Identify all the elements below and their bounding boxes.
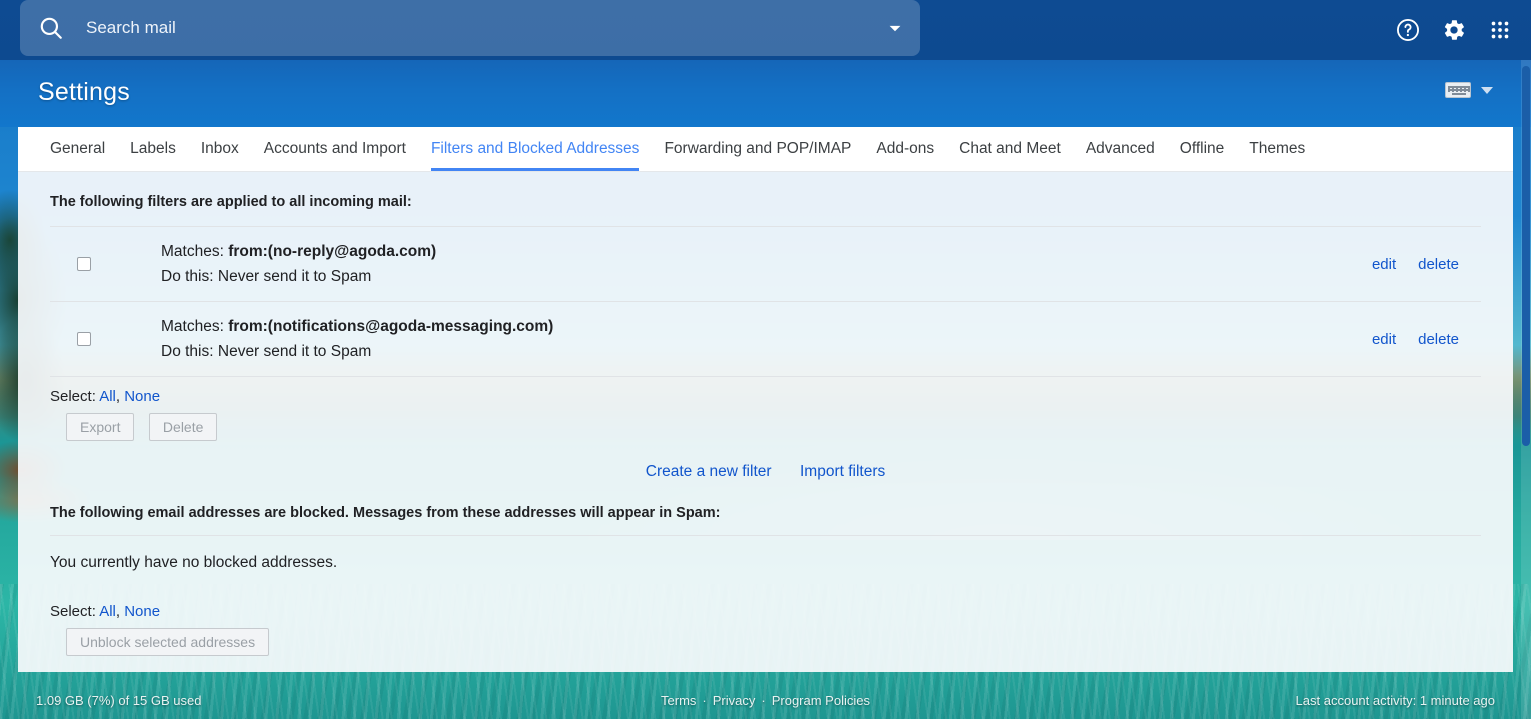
blocked-select-none-link[interactable]: None bbox=[124, 603, 160, 620]
keyboard-icon[interactable] bbox=[1445, 82, 1471, 98]
search-icon bbox=[38, 15, 64, 41]
filters-select-line: Select: All, None bbox=[50, 376, 1481, 405]
blocked-select-separator: , bbox=[115, 603, 121, 620]
tab-forwarding-and-pop-imap[interactable]: Forwarding and POP/IMAP bbox=[664, 140, 851, 172]
filter-row-actions: edit delete bbox=[1372, 256, 1481, 273]
footer-separator-1: · bbox=[702, 692, 707, 708]
filter-row-checkbox[interactable] bbox=[77, 257, 91, 271]
search-options-chevron-down-icon[interactable] bbox=[882, 15, 908, 41]
create-new-filter-link[interactable]: Create a new filter bbox=[646, 463, 772, 480]
tab-filters-and-blocked-addresses[interactable]: Filters and Blocked Addresses bbox=[430, 140, 640, 171]
tab-chat-and-meet[interactable]: Chat and Meet bbox=[959, 140, 1061, 172]
tab-add-ons[interactable]: Add-ons bbox=[876, 140, 934, 172]
filters-select-all-link[interactable]: All bbox=[99, 388, 116, 405]
top-bar bbox=[0, 0, 1531, 60]
filter-row: Matches: from:(notifications@agoda-messa… bbox=[50, 301, 1481, 376]
top-actions bbox=[1395, 0, 1523, 60]
filters-heading: The following filters are applied to all… bbox=[50, 194, 412, 210]
filter-action-label: Do this: bbox=[161, 268, 214, 285]
apps-grid-icon[interactable] bbox=[1487, 17, 1513, 43]
filters-list: Matches: from:(no-reply@agoda.com) Do thi… bbox=[50, 226, 1481, 376]
filter-edit-link[interactable]: edit bbox=[1372, 331, 1396, 348]
tab-inbox[interactable]: Inbox bbox=[201, 140, 239, 172]
filter-row: Matches: from:(no-reply@agoda.com) Do thi… bbox=[50, 226, 1481, 301]
unblock-selected-addresses-button[interactable]: Unblock selected addresses bbox=[66, 628, 270, 656]
program-policies-link[interactable]: Program Policies bbox=[772, 693, 870, 708]
storage-usage-text: 1.09 GB (7%) of 15 GB used bbox=[36, 692, 202, 708]
filter-delete-link[interactable]: delete bbox=[1418, 331, 1459, 348]
filters-select-label: Select: bbox=[50, 388, 96, 405]
settings-tabs: General Labels Inbox Accounts and Import Fil… bbox=[18, 127, 1513, 172]
settings-header: Settings bbox=[0, 60, 1531, 127]
footer-separator-2: · bbox=[761, 692, 766, 708]
filter-criteria: from:(notifications@agoda-messaging.com) bbox=[228, 318, 554, 335]
blocked-addresses-heading: The following email addresses are blocke… bbox=[50, 505, 721, 521]
import-filters-link[interactable]: Import filters bbox=[800, 463, 885, 480]
tab-offline[interactable]: Offline bbox=[1180, 140, 1225, 172]
search-bar[interactable] bbox=[20, 0, 920, 56]
blocked-empty-message: You currently have no blocked addresses. bbox=[50, 535, 1481, 592]
filter-row-checkbox[interactable] bbox=[77, 332, 91, 346]
last-account-activity-text: Last account activity: 1 minute ago bbox=[1295, 692, 1495, 708]
filter-action-value: Never send it to Spam bbox=[217, 268, 372, 285]
filter-row-detail: Matches: from:(notifications@agoda-messa… bbox=[161, 314, 1372, 364]
filter-match-line: Matches: from:(no-reply@agoda.com) bbox=[161, 239, 1372, 264]
footer-bar: 1.09 GB (7%) of 15 GB used Terms · Priva… bbox=[0, 681, 1531, 719]
footer-links: Terms · Privacy · Program Policies bbox=[661, 693, 870, 708]
filter-delete-link[interactable]: delete bbox=[1418, 256, 1459, 273]
tab-advanced[interactable]: Advanced bbox=[1086, 140, 1155, 172]
page-scrollbar-thumb[interactable] bbox=[1522, 66, 1530, 446]
gear-icon[interactable] bbox=[1441, 17, 1467, 43]
filter-row-detail: Matches: from:(no-reply@agoda.com) Do thi… bbox=[161, 239, 1372, 289]
blocked-select-label: Select: bbox=[50, 603, 96, 620]
tab-general[interactable]: General bbox=[50, 140, 105, 172]
input-tools-selector[interactable] bbox=[1445, 82, 1493, 98]
filter-center-links: Create a new filter Import filters bbox=[50, 441, 1481, 505]
filter-matches-label: Matches: bbox=[161, 243, 224, 260]
settings-content-panel: General Labels Inbox Accounts and Import Fil… bbox=[18, 127, 1513, 672]
blocked-select-line: Select: All, None bbox=[50, 592, 1481, 620]
filters-button-row: Export Delete bbox=[50, 405, 1481, 441]
filter-matches-label: Matches: bbox=[161, 318, 224, 335]
filter-action-line: Do this: Never send it to Spam bbox=[161, 264, 1372, 289]
filters-panel-body: The following filters are applied to all… bbox=[18, 172, 1513, 672]
filter-action-line: Do this: Never send it to Spam bbox=[161, 339, 1372, 364]
page-title: Settings bbox=[38, 78, 130, 106]
filter-edit-link[interactable]: edit bbox=[1372, 256, 1396, 273]
terms-link[interactable]: Terms bbox=[661, 693, 696, 708]
privacy-link[interactable]: Privacy bbox=[713, 693, 756, 708]
tab-labels[interactable]: Labels bbox=[130, 140, 176, 172]
search-input[interactable] bbox=[64, 18, 882, 38]
tab-accounts-and-import[interactable]: Accounts and Import bbox=[264, 140, 406, 172]
help-icon[interactable] bbox=[1395, 17, 1421, 43]
filter-row-actions: edit delete bbox=[1372, 331, 1481, 348]
filter-match-line: Matches: from:(notifications@agoda-messa… bbox=[161, 314, 1372, 339]
filter-action-value: Never send it to Spam bbox=[217, 343, 372, 360]
blocked-button-row: Unblock selected addresses bbox=[50, 620, 1481, 656]
input-tools-chevron-down-icon[interactable] bbox=[1481, 86, 1493, 94]
blocked-select-all-link[interactable]: All bbox=[99, 603, 116, 620]
gmail-settings-page: Settings General Labels Inbox Accounts and … bbox=[0, 0, 1531, 719]
filters-select-none-link[interactable]: None bbox=[124, 388, 160, 405]
filter-criteria: from:(no-reply@agoda.com) bbox=[228, 243, 437, 260]
tab-themes[interactable]: Themes bbox=[1249, 140, 1305, 172]
filter-action-label: Do this: bbox=[161, 343, 214, 360]
filters-select-separator: , bbox=[115, 388, 121, 405]
export-button[interactable]: Export bbox=[66, 413, 135, 441]
delete-filters-button[interactable]: Delete bbox=[148, 413, 218, 441]
